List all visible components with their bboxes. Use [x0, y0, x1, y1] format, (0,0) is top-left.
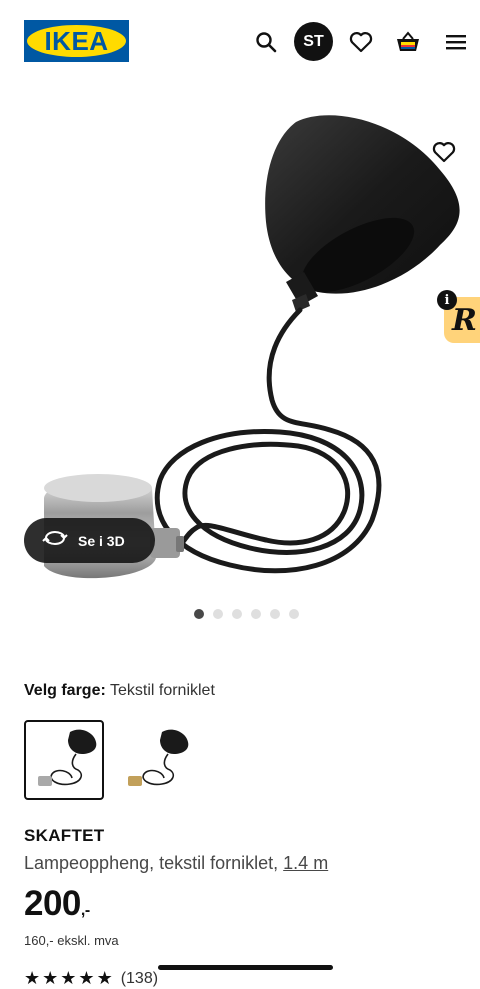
carousel-dot[interactable] — [232, 609, 242, 619]
info-icon[interactable]: i — [437, 290, 457, 310]
view-3d-button[interactable]: Se i 3D — [24, 518, 155, 563]
basket-icon[interactable] — [388, 22, 428, 62]
price-value: 200 — [24, 884, 81, 923]
star-icon: ★ — [24, 968, 41, 988]
swatch-nickel-image — [38, 729, 97, 786]
size-link[interactable]: 1.4 m — [283, 853, 328, 873]
color-value: Tekstil forniklet — [109, 682, 215, 699]
color-label: Velg farge: — [24, 682, 106, 699]
carousel-dot[interactable] — [213, 609, 223, 619]
price: 200,- — [24, 884, 90, 924]
heart-icon[interactable] — [341, 22, 381, 62]
menu-icon[interactable] — [436, 22, 476, 62]
price-suffix: ,- — [80, 902, 90, 919]
carousel-dot[interactable] — [251, 609, 261, 619]
badge-letter: R — [452, 303, 477, 338]
carousel-dot[interactable] — [194, 609, 204, 619]
carousel-dot[interactable] — [289, 609, 299, 619]
view-3d-label: Se i 3D — [78, 532, 125, 549]
rating-count: (138) — [120, 969, 159, 987]
product-description: Lampeoppheng, tekstil forniklet, 1.4 m — [24, 853, 328, 874]
color-swatch-nickel[interactable] — [24, 720, 104, 800]
carousel-dots — [194, 609, 299, 619]
carousel-dot[interactable] — [270, 609, 280, 619]
star-icon: ★ — [78, 968, 95, 988]
ikea-logo[interactable]: IKEA — [24, 20, 129, 62]
rotate-3d-icon — [42, 529, 68, 552]
star-icon: ★ — [96, 968, 113, 988]
avatar[interactable]: ST — [294, 22, 333, 61]
header: IKEA ST — [0, 0, 480, 82]
description-text: Lampeoppheng, tekstil forniklet, — [24, 853, 279, 873]
color-selection: Velg farge: Tekstil forniklet — [24, 682, 215, 700]
swatch-brass-image — [128, 729, 189, 786]
color-swatch-brass[interactable] — [116, 720, 196, 800]
price-ex-vat: 160,- ekskl. mva — [24, 933, 119, 948]
rating[interactable]: ★ ★ ★ ★ ★ (138) — [24, 968, 158, 989]
product-name: SKAFTET — [24, 826, 105, 845]
star-icon: ★ — [42, 968, 59, 988]
star-icon: ★ — [60, 968, 77, 988]
search-icon[interactable] — [246, 22, 286, 62]
logo-text: IKEA — [44, 26, 109, 56]
home-indicator — [158, 965, 333, 970]
save-favorite-icon[interactable] — [426, 134, 462, 170]
